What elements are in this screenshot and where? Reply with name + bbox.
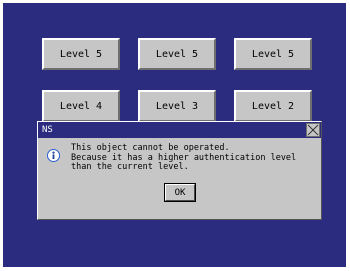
level-5-button-2-label: Level 5 [155,48,199,60]
close-button[interactable] [306,123,320,137]
dialog-title: NS [42,125,53,135]
message-line-3: than the current level. [71,162,189,172]
dialog-message: This object cannot be operated. Because … [71,143,316,173]
level-5-button-2[interactable]: Level 5 [138,38,216,70]
info-icon [47,149,60,162]
dialog-title-bar: NS [38,122,321,138]
level-4-button[interactable]: Level 4 [42,90,120,122]
level-4-button-label: Level 4 [59,100,103,112]
level-3-button-label: Level 3 [155,100,199,112]
level-3-button[interactable]: Level 3 [138,90,216,122]
level-5-button-3[interactable]: Level 5 [234,38,312,70]
hmi-screen: Level 5 Level 5 Level 5 Level 4 Level 3 … [3,3,346,267]
level-5-button-3-label: Level 5 [251,48,295,60]
level-2-button[interactable]: Level 2 [234,90,312,122]
ok-button-label: OK [174,187,186,198]
authentication-dialog: NS This object cannot be operated. Becau… [37,121,322,220]
level-5-button-1-label: Level 5 [59,48,103,60]
level-5-button-1[interactable]: Level 5 [42,38,120,70]
level-2-button-label: Level 2 [251,100,295,112]
ok-button[interactable]: OK [165,184,195,201]
close-icon [307,124,319,136]
